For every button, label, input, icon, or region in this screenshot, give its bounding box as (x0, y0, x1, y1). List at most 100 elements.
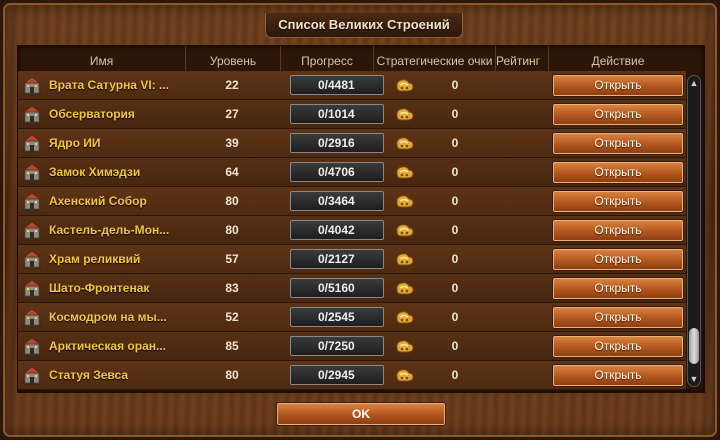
building-level: 22 (225, 78, 239, 92)
forge-points-icon (396, 282, 414, 295)
progress-bar: 0/2545 (290, 307, 384, 327)
building-rank: 0 (451, 136, 459, 150)
himeji-castle-icon (22, 163, 42, 183)
table-row: Статуя Зевса 80 0/2945 0 Открыть (18, 361, 686, 390)
header-strategy-points: Стратегические очки (374, 46, 496, 71)
window-title: Список Великих Строений (265, 13, 463, 38)
spaceport-icon (22, 308, 42, 328)
table-row: Арктическая оран... 85 0/7250 0 Открыть (18, 332, 686, 361)
table-row: Замок Химэдзи 64 0/4706 0 Открыть (18, 158, 686, 187)
forge-points-icon (396, 79, 414, 92)
building-rank: 0 (451, 339, 459, 353)
table-row: Ядро ИИ 39 0/2916 0 Открыть (18, 129, 686, 158)
building-level: 80 (225, 223, 239, 237)
progress-bar: 0/2127 (290, 249, 384, 269)
building-rank: 0 (451, 165, 459, 179)
forge-points-icon (396, 108, 414, 121)
great-buildings-table: Имя Уровень Прогресс Стратегические очки… (17, 45, 705, 393)
building-rank: 0 (451, 78, 459, 92)
progress-bar: 0/1014 (290, 104, 384, 124)
building-rank: 0 (451, 194, 459, 208)
forge-points-icon (396, 369, 414, 382)
header-rank: Рейтинг (496, 46, 549, 71)
forge-points-icon (396, 137, 414, 150)
forge-points-icon (396, 166, 414, 179)
building-level: 83 (225, 281, 239, 295)
header-progress: Прогресс (281, 46, 374, 71)
building-name: Шато-Фронтенак (49, 281, 150, 295)
table-row: Кастель-дель-Мон... 80 0/4042 0 Открыть (18, 216, 686, 245)
open-button[interactable]: Открыть (553, 307, 683, 328)
progress-bar: 0/5160 (290, 278, 384, 298)
forge-points-icon (396, 195, 414, 208)
table-row: Храм реликвий 57 0/2127 0 Открыть (18, 245, 686, 274)
building-name: Статуя Зевса (49, 368, 129, 382)
building-level: 85 (225, 339, 239, 353)
building-name: Врата Сатурна VI: ... (49, 78, 169, 92)
open-button[interactable]: Открыть (553, 162, 683, 183)
forge-points-icon (396, 311, 414, 324)
building-rank: 0 (451, 310, 459, 324)
observatory-icon (22, 105, 42, 125)
scrollbar[interactable]: ▲ ▼ (687, 75, 701, 387)
progress-bar: 0/3464 (290, 191, 384, 211)
building-name: Обсерватория (49, 107, 135, 121)
header-level: Уровень (186, 46, 281, 71)
building-rank: 0 (451, 368, 459, 382)
open-button[interactable]: Открыть (553, 191, 683, 212)
open-button[interactable]: Открыть (553, 75, 683, 96)
header-action: Действие (591, 54, 645, 68)
table-row: Шато-Фронтенак 83 0/5160 0 Открыть (18, 274, 686, 303)
forge-points-icon (396, 340, 414, 353)
building-name: Замок Химэдзи (49, 165, 141, 179)
building-level: 27 (225, 107, 239, 121)
building-name: Арктическая оран... (49, 339, 167, 353)
progress-bar: 0/4042 (290, 220, 384, 240)
building-level: 39 (225, 136, 239, 150)
building-name: Космодром на мы... (49, 310, 167, 324)
saturn-gate-icon (22, 76, 42, 96)
open-button[interactable]: Открыть (553, 104, 683, 125)
table-row: Космодром на мы... 52 0/2545 0 Открыть (18, 303, 686, 332)
table-row: Ахенский Собор 80 0/3464 0 Открыть (18, 187, 686, 216)
ai-core-icon (22, 134, 42, 154)
scroll-down-arrow-icon[interactable]: ▼ (688, 373, 700, 385)
header-name: Имя (18, 46, 186, 71)
building-level: 57 (225, 252, 239, 266)
progress-bar: 0/2945 (290, 365, 384, 385)
statue-of-zeus-icon (22, 366, 42, 386)
progress-bar: 0/4481 (290, 75, 384, 95)
table-body: Врата Сатурна VI: ... 22 0/4481 0 Открыт… (18, 71, 686, 391)
ok-button[interactable]: OK (277, 403, 445, 425)
building-level: 80 (225, 194, 239, 208)
forge-points-icon (396, 224, 414, 237)
open-button[interactable]: Открыть (553, 249, 683, 270)
scroll-up-arrow-icon[interactable]: ▲ (688, 77, 700, 89)
scroll-thumb[interactable] (689, 328, 699, 364)
open-button[interactable]: Открыть (553, 220, 683, 241)
building-rank: 0 (451, 252, 459, 266)
building-level: 52 (225, 310, 239, 324)
open-button[interactable]: Открыть (553, 365, 683, 386)
temple-of-relics-icon (22, 250, 42, 270)
forge-points-icon (396, 253, 414, 266)
progress-bar: 0/4706 (290, 162, 384, 182)
aachen-cathedral-icon (22, 192, 42, 212)
open-button[interactable]: Открыть (553, 336, 683, 357)
table-row: Врата Сатурна VI: ... 22 0/4481 0 Открыт… (18, 71, 686, 100)
great-buildings-window: Список Великих Строений Имя Уровень Прог… (0, 0, 720, 440)
building-level: 64 (225, 165, 239, 179)
arctic-orangery-icon (22, 337, 42, 357)
castel-del-monte-icon (22, 221, 42, 241)
table-header: Имя Уровень Прогресс Стратегические очки… (18, 46, 704, 71)
building-name: Храм реликвий (49, 252, 141, 266)
building-level: 80 (225, 368, 239, 382)
open-button[interactable]: Открыть (553, 133, 683, 154)
building-rank: 0 (451, 107, 459, 121)
building-rank: 0 (451, 223, 459, 237)
progress-bar: 0/2916 (290, 133, 384, 153)
building-name: Ядро ИИ (49, 136, 101, 150)
progress-bar: 0/7250 (290, 336, 384, 356)
building-rank: 0 (451, 281, 459, 295)
open-button[interactable]: Открыть (553, 278, 683, 299)
